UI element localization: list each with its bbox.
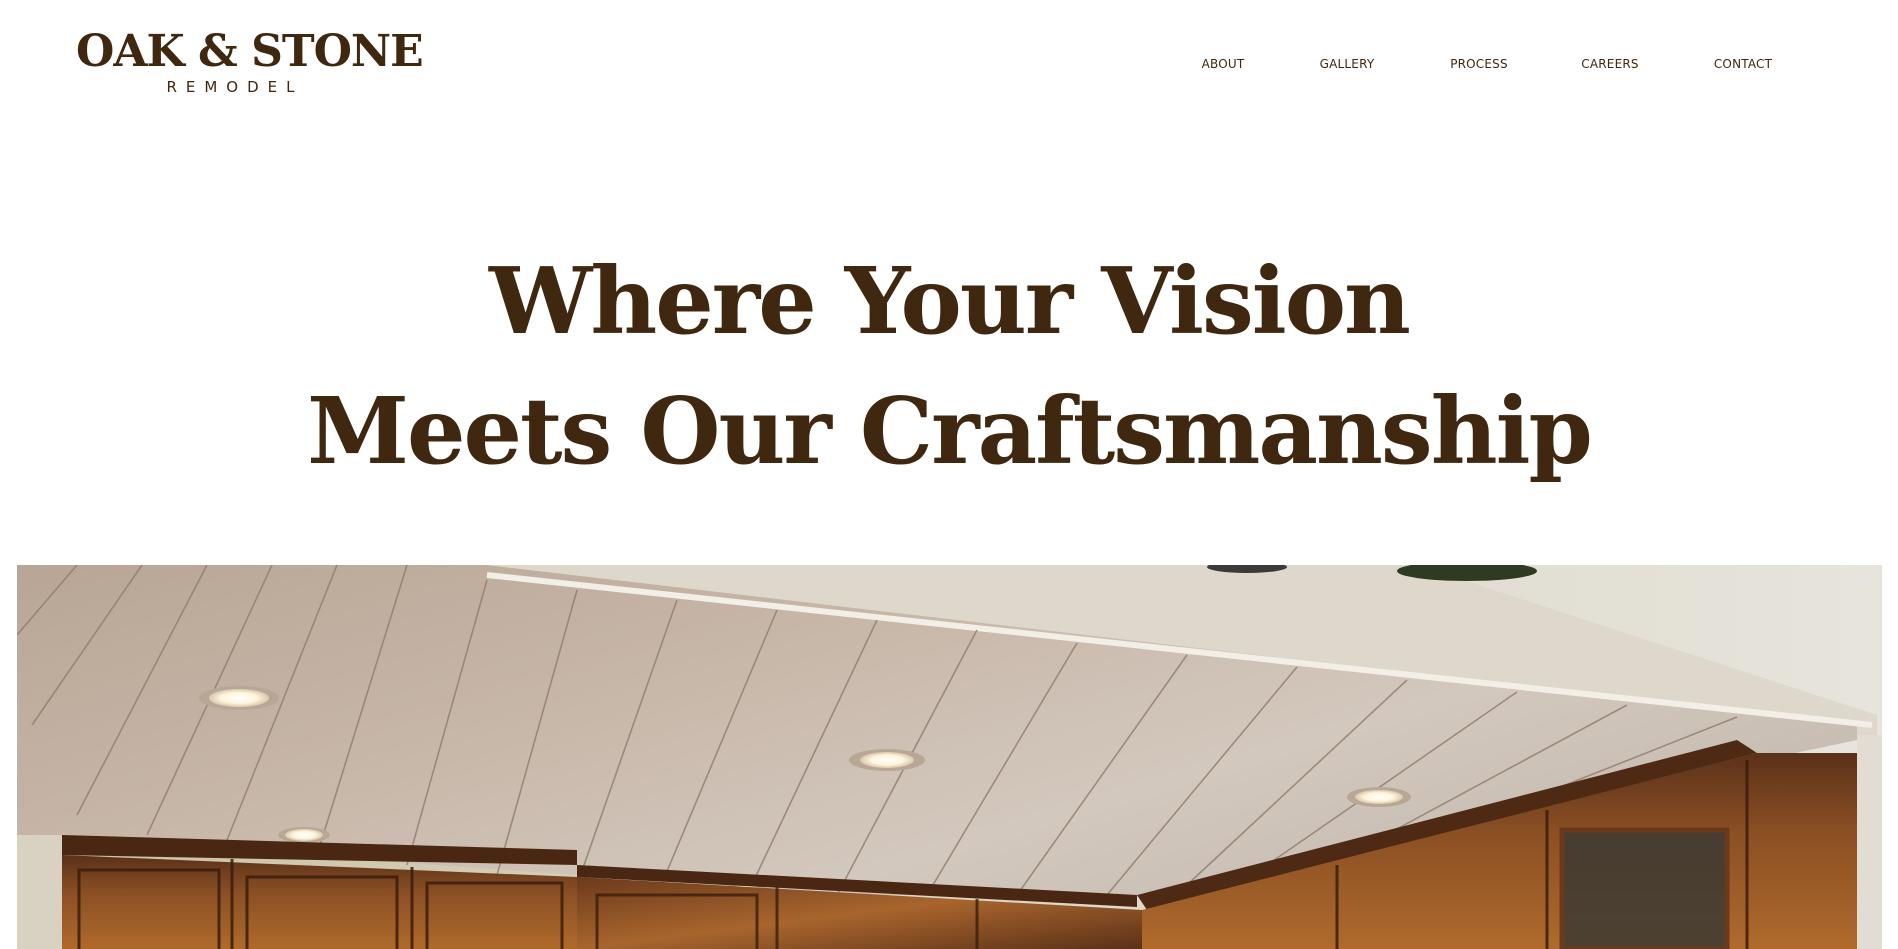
main-nav: ABOUT GALLERY PROCESS CAREERS CONTACT: [1170, 54, 1830, 74]
hero-heading: Where Your Vision Meets Our Craftsmanshi…: [0, 236, 1898, 496]
site-header: OAK & STONE REMODEL ABOUT GALLERY PROCES…: [0, 0, 1898, 130]
brand-logo[interactable]: OAK & STONE REMODEL: [76, 26, 424, 100]
hero-heading-line-1: Where Your Vision: [489, 247, 1411, 355]
nav-link-contact[interactable]: CONTACT: [1714, 54, 1772, 74]
kitchen-cabinetry-photo: [17, 565, 1882, 949]
brand-name: OAK & STONE: [76, 26, 424, 77]
nav-link-process[interactable]: PROCESS: [1450, 54, 1508, 74]
hero-heading-line-2: Meets Our Craftsmanship: [307, 377, 1593, 485]
hero-image: [17, 565, 1882, 949]
nav-link-careers[interactable]: CAREERS: [1581, 54, 1638, 74]
brand-tagline: REMODEL: [166, 78, 304, 96]
nav-link-about[interactable]: ABOUT: [1202, 54, 1245, 74]
nav-link-gallery[interactable]: GALLERY: [1320, 54, 1375, 74]
